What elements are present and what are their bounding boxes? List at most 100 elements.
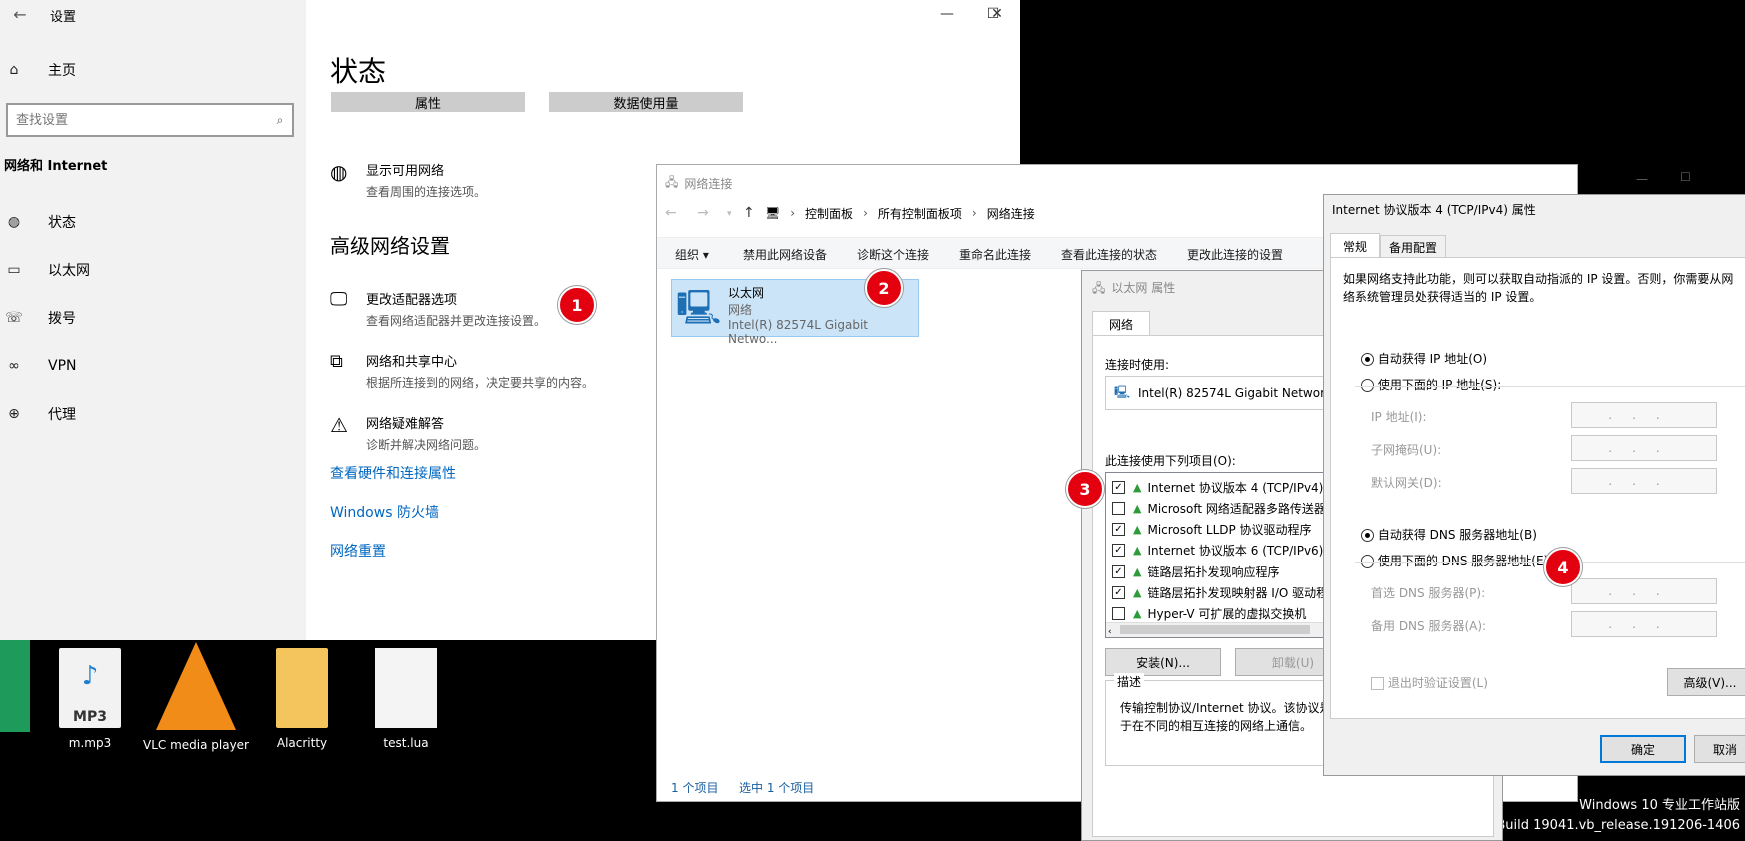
manual-dns-option[interactable]: 使用下面的 DNS 服务器地址(E): (1361, 552, 1552, 569)
firewall-link[interactable]: Windows 防火墙 (330, 502, 439, 522)
breadcrumb-control-panel[interactable]: 控制面板 (805, 205, 853, 222)
component-checkbox[interactable] (1112, 606, 1125, 620)
search-box[interactable]: ⌕ (6, 103, 294, 137)
subnet-mask-label: 子网掩码(U): (1371, 443, 1442, 457)
sidebar-item-dialup[interactable]: ☏ 拨号 (0, 296, 306, 340)
validate-option[interactable]: 退出时验证设置(L) (1371, 674, 1488, 691)
ethprops-titlebar: 🖧 以太网 属性 (1092, 279, 1175, 300)
protocol-icon: ▲ (1133, 522, 1142, 536)
properties-button[interactable]: 属性 (331, 92, 525, 112)
troubleshoot-item[interactable]: ⚠ 网络疑难解答 诊断并解决网络问题。 (330, 413, 486, 453)
proxy-icon: ⊕ (8, 406, 20, 422)
nav-forward-icon[interactable]: → (697, 205, 709, 221)
desktop-icon-testlua[interactable]: test.lua (366, 648, 446, 750)
cancel-button[interactable]: 取消 (1694, 735, 1745, 763)
auto-ip-radio[interactable] (1361, 353, 1374, 366)
gateway-input[interactable]: ... (1571, 468, 1717, 494)
desktop-icon-mp3[interactable]: ♪ MP3 m.mp3 (50, 648, 130, 750)
alternate-dns-input[interactable]: ... (1571, 611, 1717, 637)
minimize-button[interactable]: — (924, 0, 970, 28)
tab-network[interactable]: 网络 (1092, 311, 1150, 336)
annotation-badge-3: 3 (1066, 470, 1104, 508)
ip-address-label: IP 地址(I): (1371, 410, 1427, 424)
tab-alternate[interactable]: 备用配置 (1380, 235, 1446, 258)
scroll-thumb[interactable] (1120, 625, 1310, 634)
preferred-dns-input[interactable]: ... (1571, 578, 1717, 604)
vpn-icon: ∞ (8, 358, 20, 374)
settings-title: 设置 (50, 10, 77, 25)
validate-checkbox[interactable] (1371, 677, 1384, 690)
show-networks-item[interactable]: ◍ 显示可用网络 查看周围的连接选项。 (330, 160, 486, 200)
tab-general[interactable]: 常规 (1330, 233, 1380, 258)
hardware-props-link[interactable]: 查看硬件和连接属性 (330, 463, 456, 483)
sidebar-section-title: 网络和 Internet (4, 159, 108, 174)
auto-dns-option[interactable]: 自动获得 DNS 服务器地址(B) (1361, 526, 1537, 543)
recent-dropdown-icon[interactable]: ▾ (727, 209, 732, 219)
app-tile[interactable] (0, 640, 30, 732)
music-file-icon: ♪ MP3 (59, 648, 121, 728)
data-usage-button[interactable]: 数据使用量 (549, 92, 743, 112)
auto-dns-radio[interactable] (1361, 529, 1374, 542)
component-item[interactable]: ✓ ▲ Internet 协议版本 6 (TCP/IPv6) (1112, 540, 1323, 560)
manual-ip-option[interactable]: 使用下面的 IP 地址(S): (1361, 376, 1501, 393)
breadcrumb-all-items[interactable]: 所有控制面板项 (878, 205, 962, 222)
component-item[interactable]: ✓ ▲ Microsoft LLDP 协议驱动程序 (1112, 519, 1312, 539)
sidebar-item-vpn[interactable]: ∞ VPN (0, 344, 306, 388)
install-button[interactable]: 安装(N)... (1105, 648, 1221, 676)
annotation-badge-4: 4 (1544, 548, 1582, 586)
rename-button[interactable]: 重命名此连接 (959, 246, 1031, 263)
bg-minimize-button[interactable]: — (1636, 172, 1648, 186)
component-checkbox[interactable]: ✓ (1112, 480, 1125, 494)
scroll-left-icon[interactable]: ‹ (1108, 627, 1112, 637)
sidebar-item-status[interactable]: ◍ 状态 (0, 200, 306, 244)
monitor-icon: 🖵 (330, 289, 348, 310)
change-settings-button[interactable]: 更改此连接的设置 (1187, 246, 1283, 263)
status-selected-count: 选中 1 个项目 (739, 781, 815, 795)
component-item[interactable]: ▲ Hyper-V 可扩展的虚拟交换机 (1112, 603, 1306, 623)
organize-button[interactable]: 组织 ▾ (675, 246, 709, 263)
component-item[interactable]: ✓ ▲ 链路层拓扑发现映射器 I/O 驱动程 (1112, 582, 1328, 602)
sharing-icon: ⧉ (330, 351, 343, 372)
protocol-icon: ▲ (1133, 543, 1142, 557)
component-checkbox[interactable]: ✓ (1112, 543, 1125, 557)
network-adapter-icon: 🖳 (676, 288, 722, 328)
ipv4-title: Internet 协议版本 4 (TCP/IPv4) 属性 (1332, 203, 1536, 217)
desktop-icon-alacritty[interactable]: Alacritty (262, 648, 342, 750)
disable-device-button[interactable]: 禁用此网络设备 (743, 246, 827, 263)
component-item[interactable]: ✓ ▲ 链路层拓扑发现响应程序 (1112, 561, 1279, 581)
advanced-button[interactable]: 高级(V)... (1667, 668, 1745, 696)
ok-button[interactable]: 确定 (1600, 735, 1686, 763)
auto-ip-option[interactable]: 自动获得 IP 地址(O) (1361, 350, 1487, 367)
component-checkbox[interactable]: ✓ (1112, 522, 1125, 536)
component-item[interactable]: ✓ ▲ Internet 协议版本 4 (TCP/IPv4) (1112, 477, 1323, 497)
annotation-badge-2: 2 (865, 269, 903, 307)
ip-address-input[interactable]: ... (1571, 402, 1717, 428)
sidebar-item-ethernet[interactable]: ▭ 以太网 (0, 248, 306, 292)
bg-maximize-button[interactable]: ☐ (1680, 170, 1691, 184)
ipv4-tab-panel: 如果网络支持此功能，则可以获取自动指派的 IP 设置。否则，你需要从网 络系统管… (1330, 257, 1745, 719)
back-arrow-icon[interactable]: ← (0, 0, 40, 28)
sidebar-item-proxy[interactable]: ⊕ 代理 (0, 392, 306, 436)
component-checkbox[interactable] (1112, 501, 1125, 515)
breadcrumb-network-connections[interactable]: 网络连接 (987, 205, 1035, 222)
sharing-center-item[interactable]: ⧉ 网络和共享中心 根据所连接到的网络，决定要共享的内容。 (330, 351, 594, 391)
gateway-label: 默认网关(D): (1371, 476, 1442, 490)
control-panel-icon: 🖥 (765, 206, 781, 220)
subnet-mask-input[interactable]: ... (1571, 435, 1717, 461)
adapter-icon: 🖳 (1114, 384, 1131, 399)
change-adapter-item[interactable]: 🖵 更改适配器选项 查看网络适配器并更改连接设置。 (330, 289, 546, 329)
network-reset-link[interactable]: 网络重置 (330, 541, 386, 561)
view-status-button[interactable]: 查看此连接的状态 (1061, 246, 1157, 263)
nav-back-icon[interactable]: ← (665, 205, 677, 221)
search-input[interactable] (14, 111, 268, 129)
status-item-count: 1 个项目 (671, 781, 719, 795)
ipv4-properties-dialog: Internet 协议版本 4 (TCP/IPv4) 属性 常规 备用配置 如果… (1323, 194, 1745, 776)
component-checkbox[interactable]: ✓ (1112, 585, 1125, 599)
component-item[interactable]: ▲ Microsoft 网络适配器多路传送器 (1112, 498, 1326, 518)
nav-home[interactable]: ⌂ 主页 (0, 48, 306, 92)
component-checkbox[interactable]: ✓ (1112, 564, 1125, 578)
diagnose-button[interactable]: 诊断这个连接 (857, 246, 929, 263)
settings-close-button[interactable]: ✕ (974, 0, 1020, 28)
desktop-icon-vlc[interactable]: VLC media player (140, 642, 252, 752)
nav-up-icon[interactable]: ↑ (743, 205, 755, 221)
